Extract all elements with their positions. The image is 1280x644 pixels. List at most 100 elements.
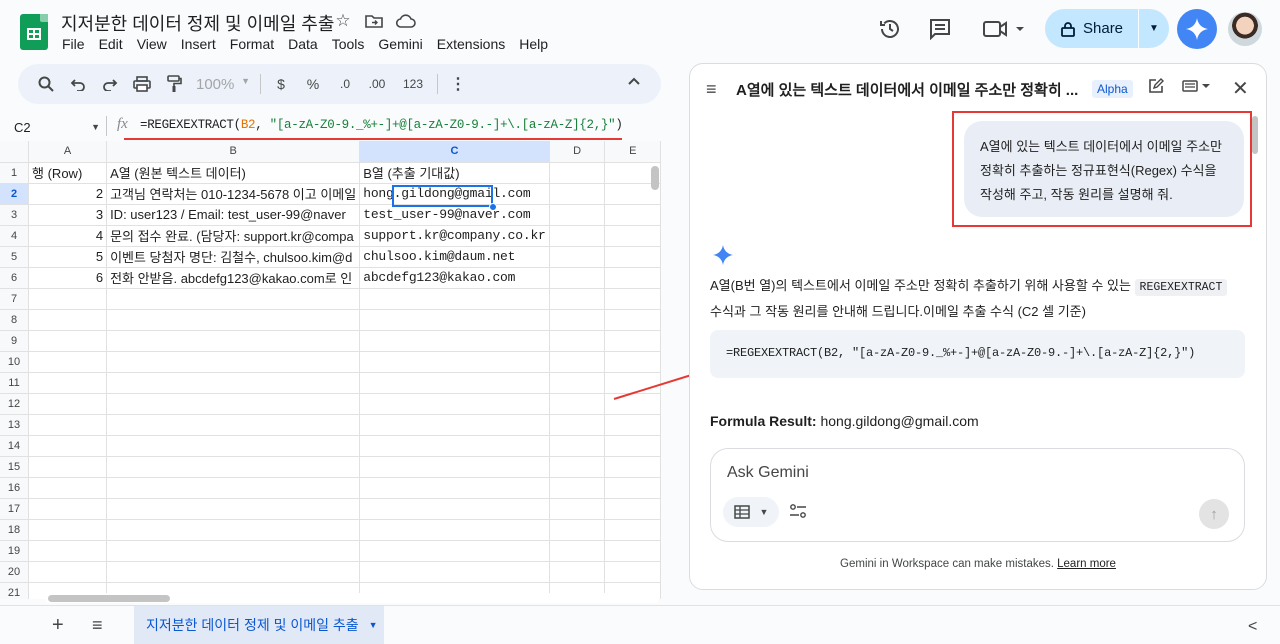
currency-format-button[interactable]: $ <box>265 70 297 98</box>
menu-edit[interactable]: Edit <box>99 36 123 52</box>
cell-e[interactable] <box>604 309 661 331</box>
cell-d[interactable] <box>549 477 606 499</box>
cell-b[interactable] <box>106 519 361 541</box>
cell-b[interactable]: ID: user123 / Email: test_user-99@naver <box>106 204 361 226</box>
cell-c[interactable] <box>359 351 550 373</box>
cell-a[interactable]: 5 <box>28 246 108 268</box>
menu-gemini[interactable]: Gemini <box>378 36 422 52</box>
row-header[interactable]: 7 <box>0 288 30 310</box>
print-icon[interactable] <box>126 70 158 98</box>
number-format-button[interactable]: 123 <box>393 70 433 98</box>
new-chat-icon[interactable] <box>1148 78 1164 94</box>
cell-b[interactable] <box>106 330 361 352</box>
cell-c[interactable] <box>359 288 550 310</box>
cell-d[interactable] <box>549 435 606 457</box>
cell-b[interactable]: 문의 접수 완료. (담당자: support.kr@compa <box>106 225 361 247</box>
cell-a[interactable] <box>28 393 108 415</box>
expand-side-panel-icon[interactable]: < <box>1248 618 1257 636</box>
cell-e[interactable] <box>604 435 661 457</box>
increase-decimal-button[interactable]: .00 <box>361 70 393 98</box>
cell-d[interactable] <box>549 204 606 226</box>
cell-c[interactable] <box>359 456 550 478</box>
cell-c[interactable]: test_user-99@naver.com <box>359 204 550 226</box>
row-header[interactable]: 21 <box>0 582 30 599</box>
cell-a[interactable] <box>28 288 108 310</box>
cell-a[interactable]: 6 <box>28 267 108 289</box>
menu-file[interactable]: File <box>62 36 85 52</box>
row-header[interactable]: 3 <box>0 204 30 226</box>
insert-table-button[interactable]: ▼ <box>723 497 779 527</box>
row-header[interactable]: 15 <box>0 456 30 478</box>
cell-c[interactable] <box>359 519 550 541</box>
cell-a[interactable] <box>28 309 108 331</box>
cell-d[interactable] <box>549 561 606 583</box>
cell-a[interactable] <box>28 372 108 394</box>
cell-d[interactable] <box>549 246 606 268</box>
redo-icon[interactable] <box>94 70 126 98</box>
cell-b[interactable] <box>106 309 361 331</box>
name-box[interactable]: C2 ▼ <box>14 117 100 137</box>
star-icon[interactable]: ☆ <box>333 11 353 31</box>
cell-e[interactable] <box>604 498 661 520</box>
formula-input[interactable]: =REGEXEXTRACT(B2, "[a-zA-Z0-9._%+-]+@[a-… <box>140 118 623 132</box>
cell-b[interactable] <box>106 414 361 436</box>
sheet-tab-dropdown-icon[interactable]: ▼ <box>369 620 378 630</box>
sheets-logo-icon[interactable] <box>20 14 48 50</box>
cell-d[interactable] <box>549 456 606 478</box>
row-header[interactable]: 14 <box>0 435 30 457</box>
sheet-tab-active[interactable]: 지저분한 데이터 정제 및 이메일 추출 ▼ <box>134 606 384 644</box>
cell-e[interactable] <box>604 519 661 541</box>
undo-icon[interactable] <box>62 70 94 98</box>
cell-c[interactable] <box>359 372 550 394</box>
cell-c[interactable] <box>359 309 550 331</box>
search-menus-icon[interactable] <box>30 70 62 98</box>
row-header[interactable]: 18 <box>0 519 30 541</box>
menu-data[interactable]: Data <box>288 36 318 52</box>
cell-b[interactable]: 이벤트 당첨자 명단: 김철수, chulsoo.kim@d <box>106 246 361 268</box>
cell-b[interactable]: 전화 안받음. abcdefg123@kakao.com로 인 <box>106 267 361 289</box>
row-header[interactable]: 20 <box>0 561 30 583</box>
more-options-icon[interactable]: ⋮ <box>442 70 474 98</box>
cell-a[interactable] <box>28 498 108 520</box>
cell-b[interactable] <box>106 540 361 562</box>
column-header-a[interactable]: A <box>28 141 108 163</box>
move-folder-icon[interactable] <box>364 11 384 31</box>
zoom-select[interactable]: 100% ▼ <box>190 76 256 93</box>
cell-a[interactable] <box>28 561 108 583</box>
menu-view[interactable]: View <box>137 36 167 52</box>
row-header[interactable]: 11 <box>0 372 30 394</box>
column-header-b[interactable]: B <box>106 141 361 163</box>
cell-d[interactable] <box>549 351 606 373</box>
cell-d[interactable] <box>549 183 606 205</box>
share-button[interactable]: Share ▼ <box>1045 9 1169 48</box>
row-header[interactable]: 6 <box>0 267 30 289</box>
cell-c[interactable] <box>359 561 550 583</box>
cell-a[interactable]: 행 (Row) <box>28 162 108 184</box>
cell-e[interactable] <box>604 477 661 499</box>
cloud-saved-icon[interactable] <box>396 11 416 31</box>
column-header-c[interactable]: C <box>359 141 550 163</box>
comments-icon[interactable] <box>926 15 954 43</box>
cell-d[interactable] <box>549 288 606 310</box>
panel-menu-icon[interactable]: ≡ <box>706 79 717 100</box>
cell-c[interactable] <box>359 330 550 352</box>
cell-e[interactable] <box>604 330 661 352</box>
cell-c[interactable] <box>359 435 550 457</box>
cell-c[interactable] <box>359 498 550 520</box>
send-arrow-icon[interactable]: ↑ <box>1199 499 1229 529</box>
collapse-toolbar-icon[interactable] <box>627 76 641 86</box>
cell-b[interactable] <box>106 477 361 499</box>
row-header[interactable]: 10 <box>0 351 30 373</box>
cell-b[interactable] <box>106 456 361 478</box>
cell-e[interactable] <box>604 456 661 478</box>
row-header[interactable]: 19 <box>0 540 30 562</box>
cell-a[interactable] <box>28 540 108 562</box>
version-history-icon[interactable] <box>876 15 904 43</box>
row-header[interactable]: 8 <box>0 309 30 331</box>
menu-extensions[interactable]: Extensions <box>437 36 505 52</box>
row-header[interactable]: 2 <box>0 183 30 205</box>
cell-a[interactable]: 4 <box>28 225 108 247</box>
cell-a[interactable]: 2 <box>28 183 108 205</box>
cell-d[interactable] <box>549 393 606 415</box>
cell-c[interactable] <box>359 414 550 436</box>
